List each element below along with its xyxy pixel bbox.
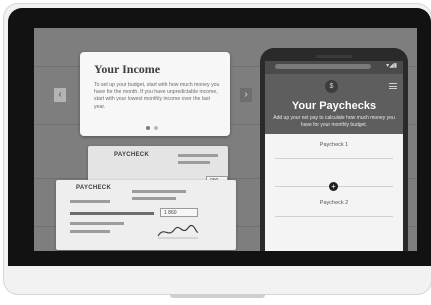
next-slide-button[interactable]: › (240, 88, 252, 102)
pagination-dot[interactable] (154, 126, 158, 130)
phone-earpiece (316, 55, 352, 58)
paycheck-label: PAYCHECK (76, 185, 112, 191)
paycheck-item[interactable]: Paycheck 1 (265, 142, 403, 148)
slide-pagination (146, 126, 158, 130)
phone-mockup: ▾◢▮ $ Your Paychecks Add up your net pay… (260, 48, 408, 251)
check-line (178, 161, 210, 164)
check-line (70, 222, 124, 225)
chevron-left-icon: ‹ (58, 89, 62, 100)
chevron-right-icon: › (244, 89, 248, 100)
pagination-dot[interactable] (146, 126, 150, 130)
check-line (70, 212, 154, 215)
paychecks-subtitle: Add up your net pay to calculate how muc… (273, 115, 395, 128)
paycheck-item[interactable]: Paycheck 2 (265, 200, 403, 206)
amount-box: 1 860 (160, 208, 198, 217)
monitor-frame: ‹ › Your Income To set up your budget, s… (4, 4, 431, 294)
income-title: Your Income (94, 62, 161, 76)
phone-screen: $ Your Paychecks Add up your net pay to … (265, 74, 403, 251)
check-line (178, 154, 218, 157)
check-line (132, 190, 186, 193)
check-line (132, 197, 176, 200)
paychecks-title: Your Paychecks (291, 100, 377, 112)
paychecks-panel: Paycheck 1 + Paycheck 2 (265, 134, 403, 251)
prev-slide-button[interactable]: ‹ (54, 88, 66, 102)
add-paycheck-button[interactable]: + (329, 182, 338, 191)
hamburger-menu-icon[interactable] (389, 83, 397, 89)
divider (275, 158, 393, 159)
browser-status-bar: ▾◢▮ (265, 61, 403, 74)
plus-icon: + (331, 182, 336, 191)
income-body: To set up your budget, start with how mu… (94, 82, 220, 110)
monitor-bezel: ‹ › Your Income To set up your budget, s… (8, 8, 431, 266)
signature-scribble (157, 224, 199, 239)
screen: ‹ › Your Income To set up your budget, s… (34, 28, 417, 251)
monitor-stand (170, 294, 265, 298)
status-icons: ▾◢▮ (386, 63, 397, 69)
paycheck-front: PAYCHECK 1 860 (56, 180, 236, 250)
check-line (70, 230, 110, 233)
income-card: Your Income To set up your budget, start… (80, 52, 230, 136)
divider (275, 216, 393, 217)
address-bar[interactable] (275, 64, 371, 69)
paycheck-label: PAYCHECK (114, 152, 150, 158)
check-line (70, 200, 110, 203)
app-logo-icon: $ (325, 80, 338, 93)
